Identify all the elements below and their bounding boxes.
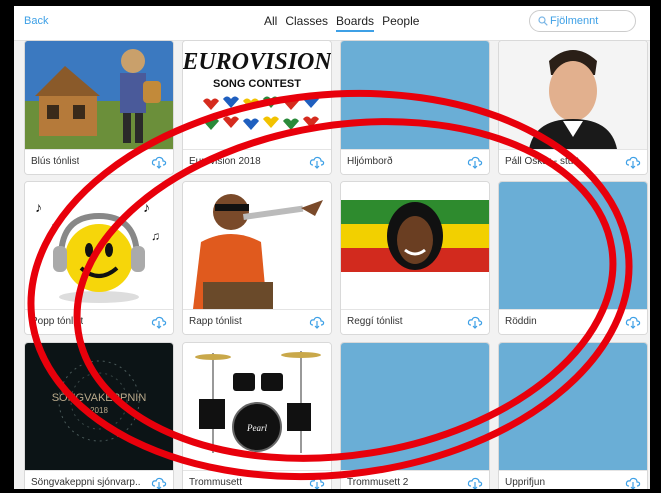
tab-classes[interactable]: Classes [285,14,328,32]
svg-text:♫: ♫ [151,229,160,243]
cloud-download-icon[interactable] [625,475,641,489]
board-thumbnail [341,182,489,309]
cartoon-blues-icon [25,41,173,149]
board-title: Söngvakeppni sjónvarp... [31,477,141,488]
filter-tabs: All Classes Boards People [264,14,419,32]
search-icon [538,16,548,26]
board-caption: Popp tónlist [25,309,173,334]
board-card[interactable]: SÖNGVAKEPPNIN 2018 Söngvakeppni sjónvarp… [24,342,174,489]
board-thumbnail: Pearl [183,343,331,470]
cloud-download-icon[interactable] [625,314,641,330]
board-card[interactable]: EUROVISION SONG CONTEST Eurovision 2018 [182,40,332,175]
cloud-download-icon[interactable] [309,475,325,489]
cloud-download-icon[interactable] [151,154,167,170]
board-caption: Röddin [499,309,647,334]
board-thumbnail: SÖNGVAKEPPNIN 2018 [25,343,173,470]
cloud-download-icon[interactable] [309,154,325,170]
board-caption: Hljómborð [341,149,489,174]
board-card[interactable]: ♪ ♫ ♪ ♫ Popp tónlist [24,181,174,335]
search-box[interactable] [529,10,636,32]
tab-people[interactable]: People [382,14,419,32]
logo-text: SÖNGVAKEPPNIN [52,392,147,404]
board-title: Trommusett 2 [347,477,409,488]
logo-subtext: 2018 [90,406,108,415]
board-thumbnail-blank [499,343,647,470]
board-card[interactable]: Trommusett 2 [340,342,490,489]
svg-text:♪: ♪ [35,199,42,215]
tab-all[interactable]: All [264,14,277,32]
cloud-download-icon[interactable] [625,154,641,170]
app-screen: Back All Classes Boards People Fjölmennt… [14,6,650,489]
board-title: Reggí tónlist [347,316,403,327]
cloud-download-icon[interactable] [467,154,483,170]
smiley-headphones-icon: ♪ ♫ ♪ ♫ [35,199,160,303]
board-card[interactable]: Reggí tónlist [340,181,490,335]
board-card[interactable]: Röddin [498,181,648,335]
board-title: Upprifjun [505,477,546,488]
tab-boards[interactable]: Boards [336,14,375,32]
board-title: Popp tónlist [31,316,84,327]
board-thumbnail [183,182,331,309]
cloud-download-icon[interactable] [151,314,167,330]
logo-text: Pearl [246,423,267,433]
board-card[interactable]: Upprifjun [498,342,648,489]
back-button[interactable]: Back [24,15,48,27]
logo-text: EUROVISION [183,49,331,75]
eurovision-logo-icon: EUROVISION SONG CONTEST [183,49,331,130]
board-caption: Reggí tónlist [341,309,489,334]
board-card[interactable]: Páll Óskar - stutt [498,40,648,175]
board-caption: Söngvakeppni sjónvarp... [25,470,173,489]
board-thumbnail-blank [499,182,647,309]
svg-text:♫: ♫ [49,219,58,233]
reggae-portrait-icon [341,200,489,272]
board-thumbnail-blank [341,41,489,149]
top-bar: Back All Classes Boards People [14,6,650,41]
board-caption: Rapp tónlist [183,309,331,334]
drum-kit-icon: Pearl [195,351,321,453]
songvakeppni-logo-icon: SÖNGVAKEPPNIN 2018 [52,360,147,442]
search-input[interactable] [548,14,632,28]
board-card[interactable]: Hljómborð [340,40,490,175]
board-title: Páll Óskar - stutt [505,156,579,167]
board-card[interactable]: Blús tónlist [24,40,174,175]
board-title: Blús tónlist [31,156,80,167]
board-title: Hljómborð [347,156,393,167]
board-thumbnail-blank [341,343,489,470]
board-caption: Páll Óskar - stutt [499,149,647,174]
board-title: Eurovision 2018 [189,156,261,167]
board-thumbnail: EUROVISION SONG CONTEST [183,41,331,149]
board-thumbnail: ♪ ♫ ♪ ♫ [25,182,173,309]
board-title: Rapp tónlist [189,316,242,327]
cloud-download-icon[interactable] [467,475,483,489]
board-thumbnail [25,41,173,149]
board-title: Röddin [505,316,537,327]
rapper-cartoon-icon [193,194,323,309]
board-title: Trommusett [189,477,242,488]
svg-text:♪: ♪ [143,199,150,215]
board-thumbnail [499,41,647,149]
logo-subtext: SONG CONTEST [213,78,301,90]
board-card[interactable]: Pearl Trommusett [182,342,332,489]
board-caption: Upprifjun [499,470,647,489]
board-caption: Blús tónlist [25,149,173,174]
cloud-download-icon[interactable] [467,314,483,330]
board-card[interactable]: Rapp tónlist [182,181,332,335]
cloud-download-icon[interactable] [151,475,167,489]
portrait-man-icon [499,41,647,149]
cloud-download-icon[interactable] [309,314,325,330]
board-caption: Trommusett [183,470,331,489]
board-caption: Eurovision 2018 [183,149,331,174]
board-caption: Trommusett 2 [341,470,489,489]
